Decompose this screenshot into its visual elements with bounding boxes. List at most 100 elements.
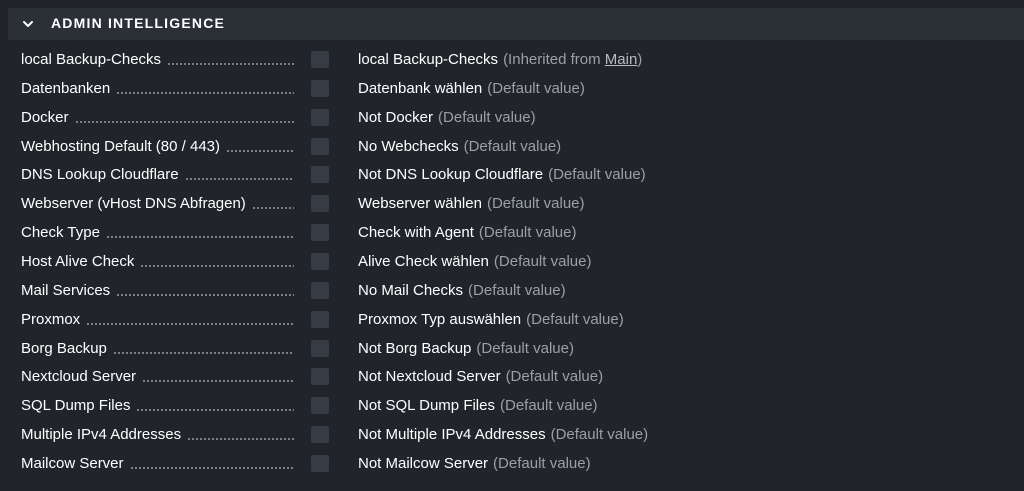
attribute-value-cell: Not Nextcloud Server (Default value) bbox=[358, 362, 603, 391]
attribute-value-cell: No Mail Checks (Default value) bbox=[358, 276, 566, 305]
dot-leader bbox=[187, 438, 294, 441]
attribute-label: Datenbanken bbox=[21, 79, 111, 97]
dot-leader bbox=[105, 236, 294, 239]
attribute-label-cell: Webhosting Default (80 / 443) bbox=[21, 132, 294, 161]
override-checkbox[interactable] bbox=[311, 253, 329, 270]
attribute-value: Not Multiple IPv4 Addresses bbox=[358, 426, 546, 444]
attribute-label: Docker bbox=[21, 108, 69, 126]
attribute-value: Not SQL Dump Files bbox=[358, 397, 495, 415]
attribute-label-cell: Mail Services bbox=[21, 276, 294, 305]
override-checkbox[interactable] bbox=[311, 195, 329, 213]
attribute-value: Not Nextcloud Server bbox=[358, 368, 501, 386]
override-checkbox[interactable] bbox=[311, 339, 329, 357]
override-checkbox[interactable] bbox=[311, 310, 329, 328]
attribute-label-cell: DNS Lookup Cloudflare bbox=[21, 160, 294, 189]
attribute-value: Not Borg Backup bbox=[358, 339, 472, 357]
attribute-label: Mailcow Server bbox=[21, 454, 124, 472]
override-checkbox[interactable] bbox=[311, 137, 329, 155]
attribute-label-cell: Multiple IPv4 Addresses bbox=[21, 420, 294, 449]
attribute-value-cell: Not Mailcow Server (Default value) bbox=[358, 449, 591, 478]
attribute-row: Host Alive Check Alive Check wählen (Defau… bbox=[0, 247, 1024, 276]
attribute-label: DNS Lookup Cloudflare bbox=[21, 166, 179, 184]
attribute-label-cell: Host Alive Check bbox=[21, 247, 294, 276]
attribute-value: Proxmox Typ auswählen bbox=[358, 310, 522, 328]
attribute-label: Check Type bbox=[21, 224, 100, 242]
attribute-value-cell: No Webchecks (Default value) bbox=[358, 132, 561, 161]
override-checkbox[interactable] bbox=[311, 281, 329, 299]
dot-leader bbox=[226, 149, 294, 152]
value-source-hint: (Default value) bbox=[468, 281, 566, 299]
dot-leader bbox=[140, 265, 294, 267]
value-source-hint: (Default value) bbox=[478, 224, 577, 242]
override-checkbox[interactable] bbox=[311, 51, 329, 68]
attribute-row: Proxmox Proxmox Typ auswählen (Default val… bbox=[0, 305, 1024, 334]
hint-prefix: (Inherited from bbox=[503, 51, 605, 68]
override-checkbox[interactable] bbox=[311, 454, 329, 472]
attribute-label-cell: Datenbanken bbox=[21, 74, 294, 103]
dot-leader bbox=[74, 120, 294, 123]
attribute-label-cell: Proxmox bbox=[21, 305, 294, 334]
attribute-row: Webhosting Default (80 / 443) No Webcheck… bbox=[0, 132, 1024, 161]
attribute-row: Mailcow Server Not Mailcow Server (Default… bbox=[0, 449, 1024, 478]
value-source-hint: (Default value) bbox=[500, 397, 598, 415]
value-source-hint: (Default value) bbox=[486, 195, 585, 213]
attribute-value: Alive Check wählen bbox=[358, 253, 489, 270]
dot-leader bbox=[184, 178, 294, 181]
attribute-value: Not Mailcow Server bbox=[358, 454, 489, 472]
override-checkbox[interactable] bbox=[311, 426, 329, 444]
section-header[interactable]: ADMIN INTELLIGENCE bbox=[8, 8, 1024, 40]
attribute-value: Webserver wählen bbox=[358, 195, 482, 213]
override-checkbox[interactable] bbox=[311, 397, 329, 415]
value-source-hint: (Default value) bbox=[463, 137, 562, 155]
value-source-hint: (Inherited from Main) bbox=[503, 51, 642, 68]
override-checkbox[interactable] bbox=[311, 368, 329, 386]
override-checkbox[interactable] bbox=[311, 108, 329, 126]
attribute-label-cell: local Backup-Checks bbox=[21, 45, 294, 74]
override-checkbox[interactable] bbox=[311, 166, 329, 184]
inherited-from-link[interactable]: Main bbox=[605, 51, 638, 68]
value-source-hint: (Default value) bbox=[505, 368, 604, 386]
attribute-value-cell: Not Multiple IPv4 Addresses (Default valu… bbox=[358, 420, 648, 449]
attribute-row: Webserver (vHost DNS Abfragen) Webserver … bbox=[0, 189, 1024, 218]
attribute-label-cell: Borg Backup bbox=[21, 334, 294, 363]
attribute-label: Borg Backup bbox=[21, 339, 107, 357]
attribute-label: Proxmox bbox=[21, 310, 81, 328]
attribute-value-cell: Not SQL Dump Files (Default value) bbox=[358, 391, 598, 420]
attribute-row: SQL Dump Files Not SQL Dump Files (Default… bbox=[0, 391, 1024, 420]
attribute-label: SQL Dump Files bbox=[21, 397, 131, 415]
attribute-value-cell: Not Docker (Default value) bbox=[358, 103, 536, 132]
override-checkbox[interactable] bbox=[311, 224, 329, 242]
value-source-hint: (Default value) bbox=[438, 108, 536, 126]
attribute-label: local Backup-Checks bbox=[21, 51, 162, 68]
value-source-hint: (Default value) bbox=[476, 339, 574, 357]
section-title: ADMIN INTELLIGENCE bbox=[51, 15, 226, 31]
dot-leader bbox=[136, 409, 294, 412]
attribute-value-cell: local Backup-Checks (Inherited from Main) bbox=[358, 45, 642, 74]
attribute-value: No Webchecks bbox=[358, 137, 459, 155]
override-checkbox[interactable] bbox=[311, 79, 329, 97]
attribute-value: Not DNS Lookup Cloudflare bbox=[358, 166, 544, 184]
dot-leader bbox=[112, 351, 294, 354]
attribute-row: DNS Lookup Cloudflare Not DNS Lookup Clou… bbox=[0, 160, 1024, 189]
dot-leader bbox=[129, 466, 294, 469]
attribute-label: Multiple IPv4 Addresses bbox=[21, 426, 182, 444]
attribute-label: Webserver (vHost DNS Abfragen) bbox=[21, 195, 246, 213]
attribute-value-cell: Alive Check wählen (Default value) bbox=[358, 247, 591, 276]
attribute-label: Webhosting Default (80 / 443) bbox=[21, 137, 221, 155]
attribute-label-cell: Nextcloud Server bbox=[21, 362, 294, 391]
attribute-row: Borg Backup Not Borg Backup (Default value… bbox=[0, 334, 1024, 363]
attribute-value-cell: Check with Agent (Default value) bbox=[358, 218, 576, 247]
dot-leader bbox=[251, 207, 294, 210]
attribute-row: Check Type Check with Agent (Default value… bbox=[0, 218, 1024, 247]
attribute-row: Nextcloud Server Not Nextcloud Server (Def… bbox=[0, 362, 1024, 391]
attribute-label: Host Alive Check bbox=[21, 253, 135, 270]
attribute-value-cell: Proxmox Typ auswählen (Default value) bbox=[358, 305, 624, 334]
dot-leader bbox=[86, 322, 294, 325]
attribute-value-cell: Datenbank wählen (Default value) bbox=[358, 74, 585, 103]
attribute-row: Mail Services No Mail Checks (Default valu… bbox=[0, 276, 1024, 305]
attribute-label-cell: Mailcow Server bbox=[21, 449, 294, 478]
value-source-hint: (Default value) bbox=[548, 166, 646, 184]
attribute-row: Docker Not Docker (Default value) bbox=[0, 103, 1024, 132]
attribute-label-cell: Docker bbox=[21, 103, 294, 132]
chevron-down-icon[interactable] bbox=[22, 18, 34, 30]
